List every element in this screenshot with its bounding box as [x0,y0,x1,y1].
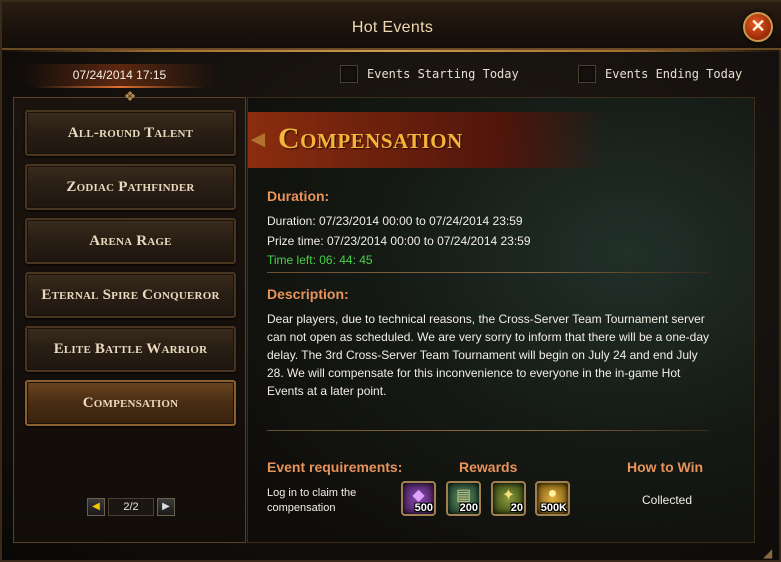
reward-quantity: 200 [459,502,478,514]
reward-item[interactable]: ✦ 20 [491,481,526,516]
event-all-round-talent[interactable]: All-round Talent [25,110,236,156]
starting-today-label: Events Starting Today [367,67,519,81]
hot-events-window: Hot Events ✕ 07/24/2014 17:15 Events Sta… [0,0,781,562]
description-heading: Description: [267,286,349,302]
ending-today-label: Events Ending Today [605,67,743,81]
event-compensation[interactable]: Compensation [25,380,236,426]
panel-ornament-icon: ❖ [123,88,137,104]
filter-ending-today[interactable]: Events Ending Today [578,65,742,83]
requirements-heading: Event requirements: [267,459,403,475]
description-text: Dear players, due to technical reasons, … [267,312,710,398]
reward-quantity: 500 [414,502,433,514]
starting-today-checkbox[interactable] [340,65,358,83]
reward-quantity: 20 [510,502,523,514]
title-bar: Hot Events ✕ [2,2,781,52]
event-eternal-spire-conqueror[interactable]: Eternal Spire Conqueror [25,272,236,318]
time-left: Time left: 06: 44: 45 [267,253,373,267]
gold-coin-icon: ● [547,485,558,502]
requirement-text: Log in to claim the compensation [267,487,357,514]
divider [267,430,709,431]
prev-page-icon[interactable]: ◀ [87,498,105,516]
event-zodiac-pathfinder[interactable]: Zodiac Pathfinder [25,164,236,210]
filter-starting-today[interactable]: Events Starting Today [340,65,519,83]
how-to-win-heading: How to Win [627,459,704,475]
divider [267,272,709,273]
resize-corner-icon[interactable]: ◢ [763,546,772,560]
duration-heading: Duration: [267,188,330,204]
status-collected: Collected [641,493,693,507]
reward-quantity: 500K [540,502,567,514]
reward-item[interactable]: ▤ 200 [446,481,481,516]
close-icon[interactable]: ✕ [743,12,773,42]
duration-line: Duration: 07/23/2014 00:00 to 07/24/2014… [267,214,523,228]
event-title: Compensation [278,122,463,155]
ending-today-checkbox[interactable] [578,65,596,83]
rewards-heading: Rewards [459,459,518,475]
event-arena-rage[interactable]: Arena Rage [25,218,236,264]
event-banner: Compensation [246,112,608,168]
event-elite-battle-warrior[interactable]: Elite Battle Warrior [25,326,236,372]
window-title: Hot Events [351,19,434,36]
reward-item[interactable]: ● 500K [535,481,570,516]
pager: ◀ 2/2 ▶ [87,498,175,516]
reward-item[interactable]: ◆ 500 [401,481,436,516]
page-indicator: 2/2 [108,498,154,516]
next-page-icon[interactable]: ▶ [157,498,175,516]
event-list-panel: ❖ All-round Talent Zodiac Pathfinder Are… [13,89,246,543]
prize-time-line: Prize time: 07/23/2014 00:00 to 07/24/20… [267,234,531,248]
current-date: 07/24/2014 17:15 [22,64,217,88]
